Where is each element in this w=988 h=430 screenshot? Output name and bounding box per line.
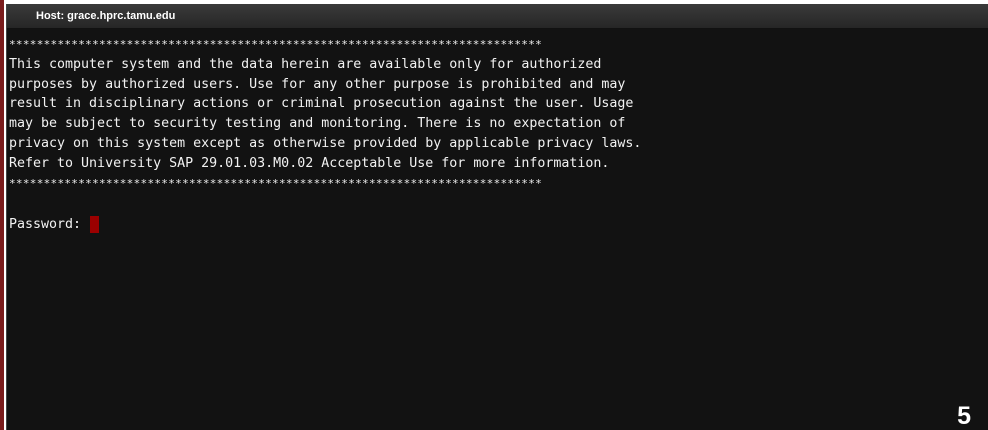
screen: Host: grace.hprc.tamu.edu **************… [0, 0, 988, 430]
terminal-output[interactable]: ****************************************… [7, 29, 988, 430]
password-prompt-row[interactable]: Password: [9, 213, 988, 235]
banner-line: result in disciplinary actions or crimin… [9, 96, 634, 112]
window-title: Host: grace.hprc.tamu.edu [36, 10, 176, 22]
window-title-bar[interactable]: Host: grace.hprc.tamu.edu [7, 4, 988, 29]
banner-line: This computer system and the data herein… [9, 56, 602, 72]
banner-stars-bottom: ****************************************… [9, 176, 543, 190]
banner-line: privacy on this system except as otherwi… [9, 135, 642, 151]
left-edge-strip [0, 0, 4, 430]
banner-line: may be subject to security testing and m… [9, 116, 626, 132]
terminal-window[interactable]: Host: grace.hprc.tamu.edu **************… [6, 4, 988, 430]
password-prompt-label: Password: [9, 216, 90, 232]
banner-line: Refer to University SAP 29.01.03.M0.02 A… [9, 155, 610, 171]
slide-number: 5 [957, 402, 971, 430]
text-cursor[interactable] [90, 215, 100, 233]
banner-stars-top: ****************************************… [9, 38, 543, 51]
banner-line: purposes by authorized users. Use for an… [9, 76, 626, 92]
